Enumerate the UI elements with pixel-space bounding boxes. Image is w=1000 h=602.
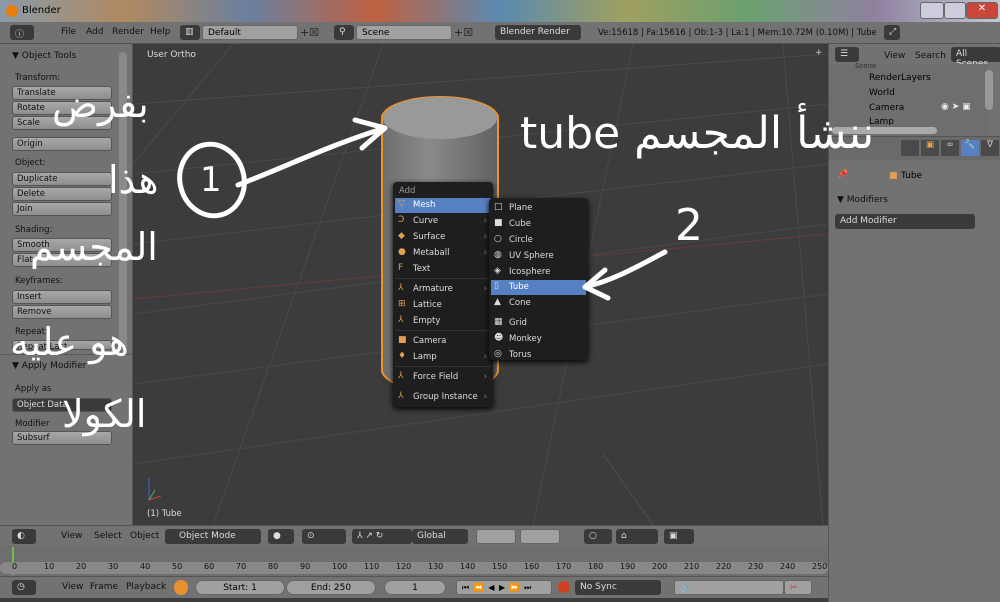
annotation-arrow-1	[235, 117, 388, 188]
annotation-arrows	[177, 117, 668, 301]
annotation-text: الكولا	[62, 392, 147, 436]
annotation-text: بفرض	[52, 82, 149, 126]
annotation-text: هو عليه	[10, 320, 129, 364]
annotation-number-1: 1	[200, 160, 222, 200]
annotation-text: ننشأ المجسم tube	[520, 108, 875, 159]
annotation-number-2: 2	[675, 200, 703, 251]
annotation-text: هذا	[108, 158, 159, 202]
annotation-text: المجسم	[30, 225, 158, 269]
annotation-arrow-2	[582, 249, 668, 301]
